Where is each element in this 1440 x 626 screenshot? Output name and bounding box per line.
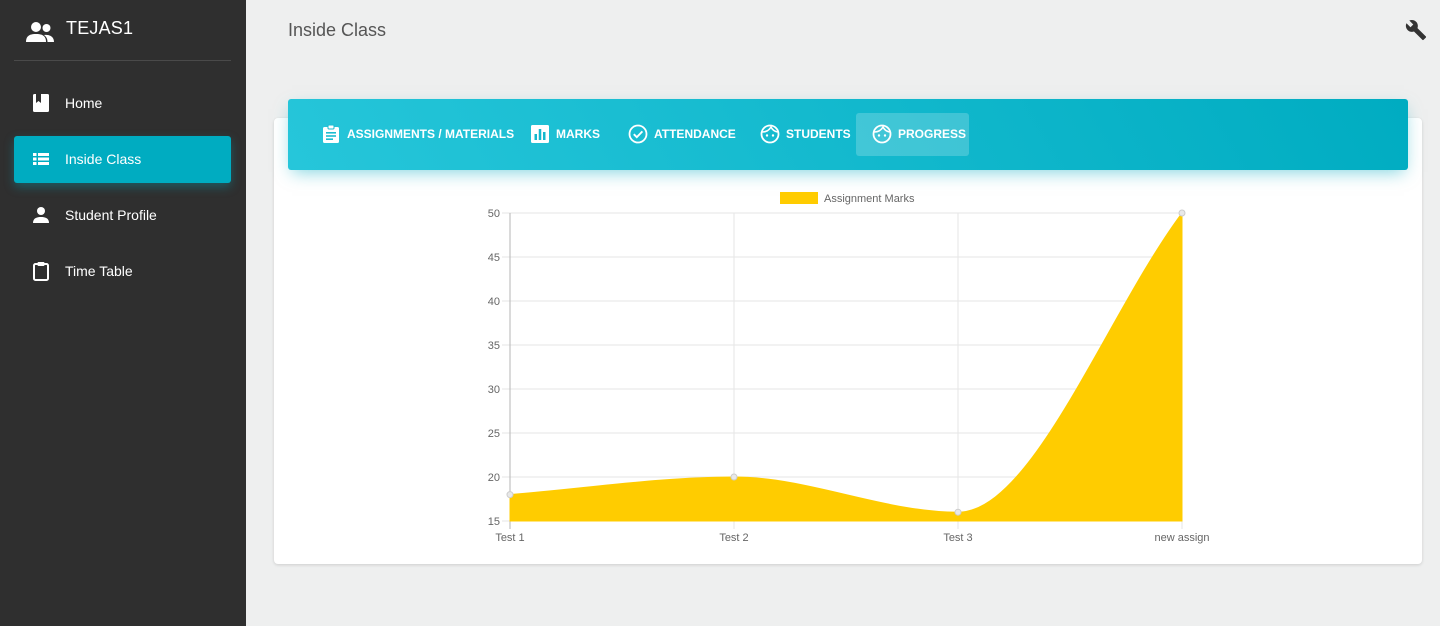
y-tick-label: 20 (488, 472, 500, 484)
tab-label: ATTENDANCE (654, 127, 736, 141)
face-icon (760, 124, 780, 144)
brand-name: TEJAS1 (66, 18, 134, 38)
sidebar-brand[interactable]: TEJAS1 (14, 0, 231, 61)
check-circle-icon (628, 124, 648, 144)
sidebar-item-time-table[interactable]: Time Table (14, 248, 231, 295)
data-point (730, 473, 738, 481)
y-tick-label: 15 (488, 516, 500, 528)
tab-label: ASSIGNMENTS / MATERIALS (347, 127, 515, 141)
sidebar-item-student-profile[interactable]: Student Profile (14, 192, 231, 239)
tab-students[interactable]: STUDENTS (750, 113, 854, 156)
tab-marks[interactable]: MARKS (521, 113, 600, 156)
sidebar-item-label: Student Profile (65, 207, 157, 223)
tab-attendance[interactable]: ATTENDANCE (618, 113, 736, 156)
y-tick-label: 45 (488, 252, 500, 264)
legend-label: Assignment Marks (824, 193, 915, 205)
x-tick-label: Test 2 (719, 532, 748, 544)
y-tick-label: 50 (488, 208, 500, 220)
data-point (954, 508, 962, 516)
people-icon (26, 22, 54, 42)
series-area-assignment-marks (509, 211, 1183, 522)
sidebar-item-home[interactable]: Home (14, 80, 231, 127)
x-tick-label: Test 3 (943, 532, 972, 544)
tab-progress[interactable]: PROGRESS (856, 113, 969, 156)
book-icon (33, 94, 49, 112)
y-tick-label: 35 (488, 340, 500, 352)
sidebar-item-label: Home (65, 95, 103, 111)
sidebar-item-inside-class[interactable]: Inside Class (14, 136, 231, 183)
progress-chart: 15 20 25 30 35 40 45 50 Test 1 Test 2 Test 3 new as… (488, 192, 1210, 544)
face-icon (872, 124, 892, 144)
clipboard-icon (33, 262, 49, 281)
x-tick-label: new assign (1154, 532, 1209, 544)
y-tick-label: 40 (488, 296, 500, 308)
person-icon (33, 207, 49, 223)
tab-label: PROGRESS (898, 127, 967, 141)
assignment-icon (323, 124, 339, 143)
y-tick-label: 25 (488, 428, 500, 440)
data-point (1178, 209, 1186, 217)
wrench-icon[interactable] (1405, 19, 1427, 41)
tab-assignments-materials[interactable]: ASSIGNMENTS / MATERIALS (308, 113, 517, 156)
data-point (506, 491, 514, 499)
y-tick-label: 30 (488, 384, 500, 396)
tab-bar: ASSIGNMENTS / MATERIALS MARKS ATTENDANCE… (288, 99, 1408, 170)
tab-label: MARKS (556, 127, 600, 141)
x-tick-label: Test 1 (495, 532, 524, 544)
legend-swatch (780, 192, 818, 204)
list-icon (33, 153, 49, 165)
sidebar-item-label: Inside Class (65, 151, 142, 167)
bar-chart-icon (531, 125, 549, 143)
sidebar-item-label: Time Table (65, 263, 133, 279)
tab-label: STUDENTS (786, 127, 851, 141)
page-title: Inside Class (288, 20, 387, 40)
sidebar: TEJAS1 Home Inside Class Student Profile (0, 0, 246, 626)
